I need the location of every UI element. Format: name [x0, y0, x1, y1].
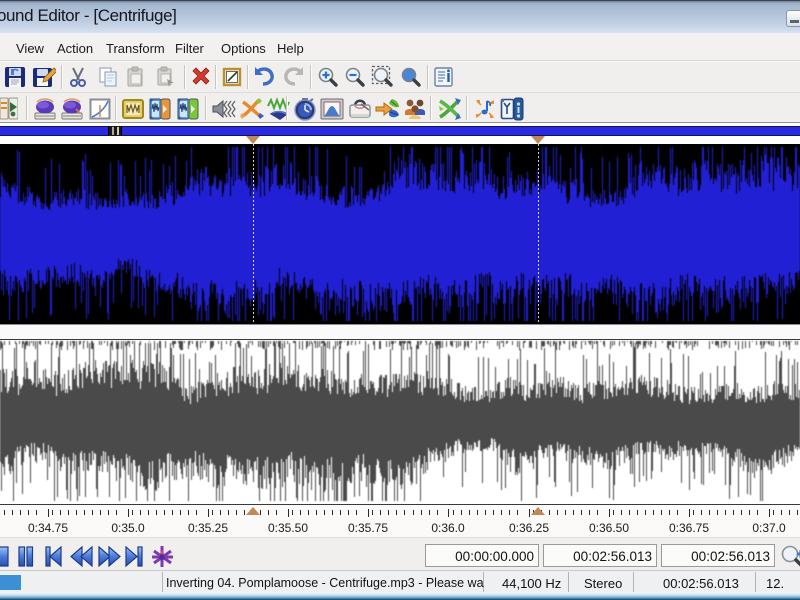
svg-text:0:36.0: 0:36.0: [431, 521, 465, 535]
svg-text:0:35.0: 0:35.0: [111, 521, 145, 535]
svg-text:0:35.50: 0:35.50: [268, 521, 308, 535]
svg-text:0:35.75: 0:35.75: [348, 521, 388, 535]
svg-text:0:37.0: 0:37.0: [752, 521, 786, 535]
svg-text:0:36.25: 0:36.25: [509, 521, 549, 535]
svg-text:0:36.50: 0:36.50: [589, 521, 629, 535]
svg-text:0:34.75: 0:34.75: [28, 521, 68, 535]
svg-text:0:35.25: 0:35.25: [188, 521, 228, 535]
svg-text:0:36.75: 0:36.75: [669, 521, 709, 535]
